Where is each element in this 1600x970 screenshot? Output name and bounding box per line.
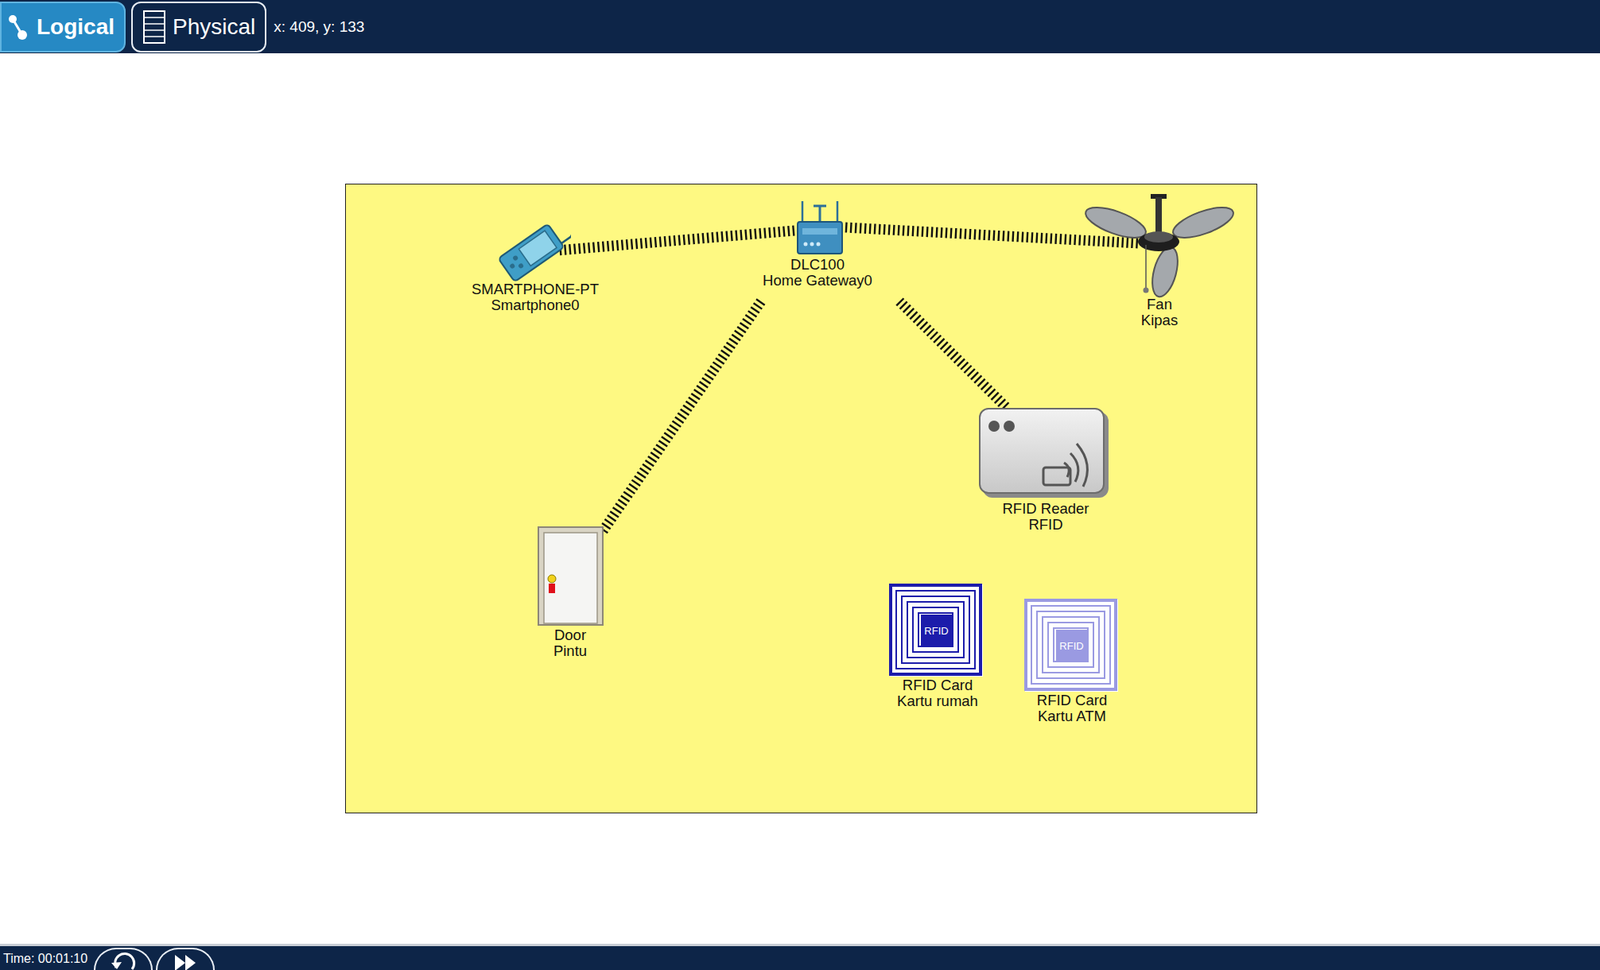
view-tab[interactable]: Logical [0, 1, 126, 53]
simulation-time: Time: 00:01:10 [0, 951, 91, 970]
gateway-device[interactable] [794, 198, 846, 256]
device-label: DoorPintu [553, 627, 587, 659]
cursor-coordinates: x: 409, y: 133 [273, 18, 365, 36]
fast-forward-icon [171, 951, 199, 970]
chip-label: RFID [920, 614, 952, 647]
wireless-link [899, 301, 1006, 408]
chip-label: RFID [1056, 629, 1088, 662]
physical-view-icon [142, 9, 167, 45]
reader-device[interactable] [978, 407, 1112, 501]
door-icon [537, 526, 604, 626]
fast-forward-button[interactable] [155, 947, 215, 970]
fan-icon [1082, 192, 1235, 300]
logical-view-icon [6, 11, 31, 43]
device-label: RFID ReaderRFID [1002, 500, 1090, 533]
card-device[interactable]: RFID [1024, 598, 1119, 693]
wireless-link [556, 230, 795, 251]
workspace: SMARTPHONE-PTSmartphone0 DLC100Home Gatew… [0, 53, 1600, 944]
reset-icon [109, 951, 137, 970]
reader-icon [978, 407, 1112, 501]
device-label: RFID CardKartu rumah [897, 677, 979, 709]
device-label: SMARTPHONE-PTSmartphone0 [471, 281, 599, 313]
wireless-link [602, 301, 762, 532]
door-device[interactable] [537, 526, 604, 626]
logical-canvas[interactable]: SMARTPHONE-PTSmartphone0 DLC100Home Gatew… [345, 183, 1258, 814]
view-tab[interactable]: Physical [131, 1, 267, 53]
smartphone-icon [491, 216, 571, 285]
smartphone-device[interactable] [491, 216, 571, 285]
device-label: FanKipas [1141, 296, 1178, 328]
device-label: DLC100Home Gateway0 [762, 256, 873, 288]
fan-device[interactable] [1082, 192, 1235, 300]
wireless-link [845, 227, 1139, 244]
status-bar: Time: 00:01:10 [0, 943, 1600, 970]
reset-time-button[interactable] [93, 947, 153, 970]
gateway-icon [794, 198, 846, 256]
toolbar: LogicalPhysical x: 409, y: 133 [0, 0, 1600, 54]
device-label: RFID CardKartu ATM [1036, 692, 1107, 724]
card-device[interactable]: RFID [889, 583, 984, 678]
